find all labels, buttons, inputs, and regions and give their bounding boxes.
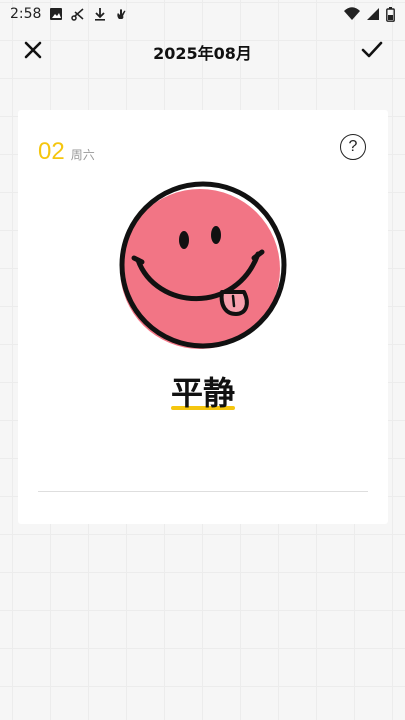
mood-card: 02 周六 ? 平静 (18, 110, 388, 524)
battery-icon (386, 6, 395, 22)
weekday-label: 周六 (70, 148, 95, 162)
hand-icon (115, 7, 129, 21)
status-time: 2:58 (10, 6, 42, 22)
top-app-bar: 2025年08月 (0, 30, 405, 74)
mood-label: 平静 (170, 368, 235, 414)
mood-text: 平静 (170, 374, 235, 412)
signal-icon (366, 7, 380, 21)
close-icon (24, 41, 42, 63)
confirm-button[interactable] (357, 37, 387, 67)
page-title: 2025年08月 (153, 44, 252, 63)
scissors-icon (71, 7, 85, 21)
mood-label-container: 平静 (18, 368, 388, 414)
close-button[interactable] (18, 37, 48, 67)
download-icon (93, 7, 107, 21)
image-icon (49, 7, 63, 21)
help-question-icon: ? (348, 138, 358, 155)
status-bar: 2:58 (0, 0, 405, 28)
date-row: 02 周六 (38, 138, 95, 166)
divider (38, 491, 368, 492)
wifi-icon (344, 7, 360, 21)
check-icon (361, 41, 383, 63)
help-button[interactable]: ? (340, 134, 366, 160)
tongue-out-smiley-icon[interactable] (116, 180, 291, 355)
day-number: 02 (38, 138, 65, 165)
